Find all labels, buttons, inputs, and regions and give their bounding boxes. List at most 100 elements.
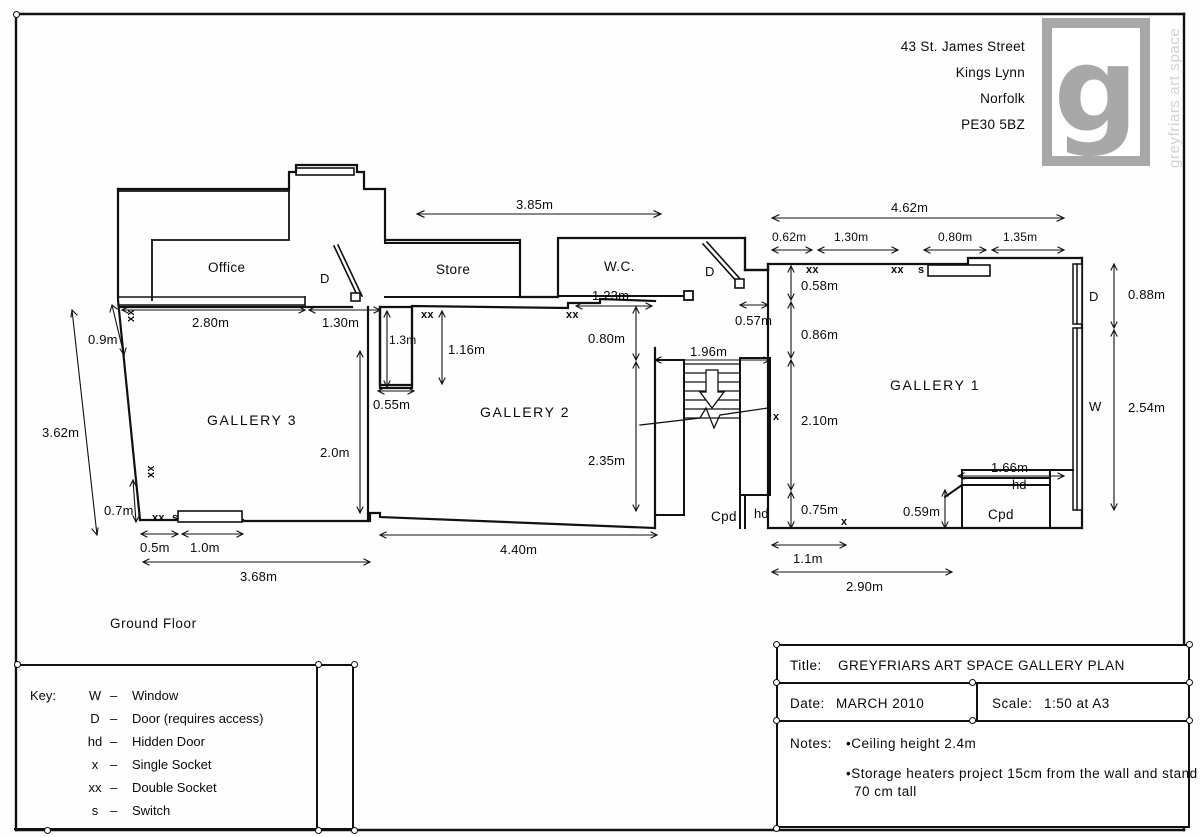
socket-mark-gallery2-north-left: xx <box>421 309 434 321</box>
dimension-1-3m: 1.3m <box>389 333 417 347</box>
storage-heater-gallery1 <box>927 264 991 277</box>
key-dash-switch: – <box>110 803 118 818</box>
notes-cell: Notes: •Ceiling height 2.4m •Storage hea… <box>778 722 1197 826</box>
key-legend-block: Key: W – Window D – Door (requires acces… <box>14 664 318 830</box>
registration-mark-key2-br <box>351 827 358 834</box>
dimension-0-59m: 0.59m <box>903 504 941 519</box>
key-symbol-double-socket: xx <box>88 780 102 795</box>
dimension-1-35m: 1.35m <box>1003 230 1038 244</box>
registration-mark-bottom-left <box>44 827 51 834</box>
key-symbol-door: D <box>90 711 100 726</box>
dimension-1-23m: 1.23m <box>592 288 630 303</box>
room-label-gallery-1: GALLERY 1 <box>890 377 981 393</box>
dimension-0-57m: 0.57m <box>735 313 773 328</box>
dimension-0-62m: 0.62m <box>772 230 807 244</box>
dimension-0-80m-gallery1: 0.80m <box>938 230 973 244</box>
key-dash-double-socket: – <box>110 780 118 795</box>
dimension-4-40m: 4.40m <box>500 542 538 557</box>
key-symbol-switch: s <box>91 803 99 818</box>
dimension-4-62m: 4.62m <box>891 200 929 215</box>
title-value: GREYFRIARS ART SPACE GALLERY PLAN <box>838 658 1125 673</box>
scale-cell: Scale: 1:50 at A3 <box>978 684 1188 720</box>
door-gallery1-east <box>1072 263 1083 325</box>
room-label-store: Store <box>436 262 471 277</box>
socket-mark-gallery1-west: x <box>773 411 780 423</box>
key-meaning-door: Door (requires access) <box>132 711 264 726</box>
registration-mark-key2-tr <box>351 661 358 668</box>
registration-mark-tb-mr <box>1186 679 1193 686</box>
cupboard-label-gallery2: Cpd <box>711 509 737 524</box>
dimension-2-80m: 2.80m <box>192 315 230 330</box>
logo-letter-g: g <box>1053 20 1139 159</box>
dimension-0-9m: 0.9m <box>88 332 118 347</box>
dimension-0-88m: 0.88m <box>1128 287 1166 302</box>
dimension-0-58m: 0.58m <box>801 278 839 293</box>
switch-mark-gallery1: s <box>918 264 925 276</box>
dimension-1-66m: 1.66m <box>991 460 1029 475</box>
note-line-2: •Storage heaters project 15cm from the w… <box>846 766 1198 781</box>
address-line-4: PE30 5BZ <box>961 117 1025 132</box>
dimension-0-5m: 0.5m <box>140 540 170 555</box>
storage-heater-gallery3 <box>177 510 243 523</box>
registration-mark-tb-br <box>1186 717 1193 724</box>
gallery1-outline <box>766 256 1084 530</box>
dimension-3-68m: 3.68m <box>240 569 278 584</box>
title-block: Title: GREYFRIARS ART SPACE GALLERY PLAN… <box>776 644 1197 828</box>
socket-mark-gallery3-west-lower: xx <box>145 465 157 478</box>
key-symbol-window: W <box>88 688 102 703</box>
note-line-3: 70 cm tall <box>854 784 917 799</box>
key-meaning-switch: Switch <box>132 803 171 818</box>
door-label-office: D <box>320 271 330 286</box>
scale-label: Scale: <box>992 696 1033 711</box>
floor-plan-sheet: g greyfriars art space 43 St. James Stre… <box>0 0 1200 837</box>
key-dash-window: – <box>110 688 118 703</box>
cpd-gallery1-recess <box>961 477 1051 486</box>
greyfriars-logo: g <box>1042 18 1150 166</box>
key-meaning-hidden-door: Hidden Door <box>132 734 205 749</box>
stair-down-arrow <box>698 369 726 410</box>
dimension-1-96m: 1.96m <box>690 344 728 359</box>
cupboard-label-gallery1: Cpd <box>988 507 1014 522</box>
dimension-0-55m: 0.55m <box>373 397 411 412</box>
window-label-gallery1: W <box>1089 399 1102 414</box>
brand-vertical-text: greyfriars art space <box>1166 27 1183 168</box>
dimension-2-0m: 2.0m <box>320 445 350 460</box>
dimension-0-7m: 0.7m <box>104 503 134 518</box>
hidden-door-label-gallery2: hd <box>754 506 769 521</box>
registration-mark-top-left <box>13 11 20 18</box>
key-symbol-hidden-door: hd <box>87 734 103 749</box>
key-meaning-window: Window <box>132 688 179 703</box>
dimension-1-0m: 1.0m <box>190 540 220 555</box>
socket-mark-gallery1-south: x <box>841 516 848 528</box>
notes-label: Notes: <box>790 736 833 751</box>
title-row: Title: GREYFRIARS ART SPACE GALLERY PLAN <box>778 646 1188 684</box>
registration-mark-key-tr <box>315 661 322 668</box>
key-heading: Key: <box>30 688 57 703</box>
dimension-2-90m: 2.90m <box>846 579 884 594</box>
date-value: MARCH 2010 <box>836 696 925 711</box>
socket-mark-gallery2-north-right: xx <box>566 309 579 321</box>
key-dash-hidden-door: – <box>110 734 118 749</box>
hidden-door-label-gallery1: hd <box>1012 477 1027 492</box>
dimension-1-16m: 1.16m <box>448 342 486 357</box>
address-line-3: Norfolk <box>980 91 1025 106</box>
office-partition <box>117 190 290 301</box>
note-line-1: •Ceiling height 2.4m <box>846 736 977 751</box>
key-block-spacer-panel <box>318 664 354 830</box>
room-label-gallery-3: GALLERY 3 <box>207 412 298 428</box>
dimension-2-35m: 2.35m <box>588 453 626 468</box>
room-label-office: Office <box>208 260 246 275</box>
dimension-3-85m: 3.85m <box>516 197 554 212</box>
room-label-gallery-2: GALLERY 2 <box>480 404 571 420</box>
door-label-wc: D <box>705 264 715 279</box>
switch-mark-gallery3: s <box>172 512 179 524</box>
address-line-1: 43 St. James Street <box>900 39 1025 54</box>
dimension-1-30m-office: 1.30m <box>322 315 360 330</box>
socket-mark-gallery1-north-right: xx <box>891 264 904 276</box>
gallery1-west-step <box>743 236 770 272</box>
title-label: Title: <box>790 658 822 673</box>
ground-floor-label: Ground Floor <box>110 616 197 631</box>
date-label: Date: <box>790 696 825 711</box>
door-label-gallery1: D <box>1089 289 1099 304</box>
dimension-1-30m-gallery1: 1.30m <box>834 230 869 244</box>
